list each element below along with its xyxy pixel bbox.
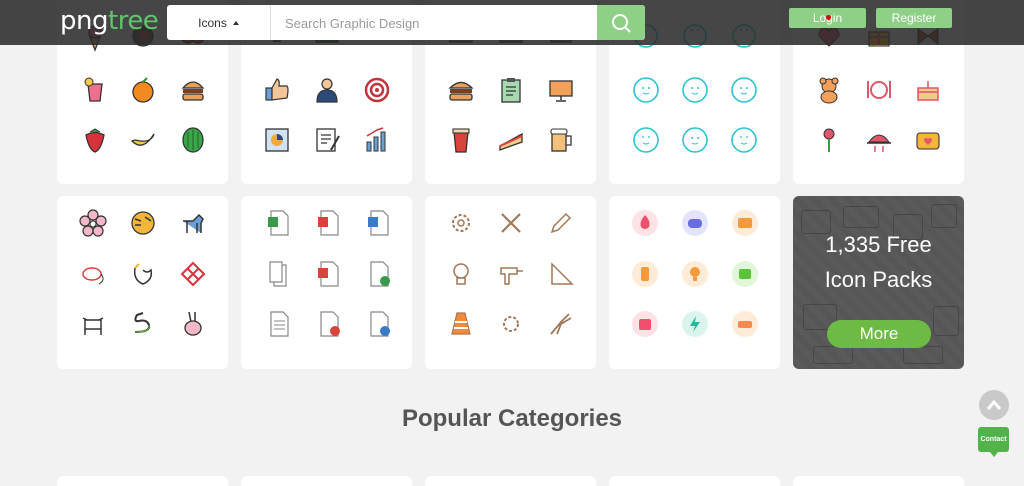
face-icon <box>632 76 660 104</box>
thumbs-up-icon <box>263 76 291 104</box>
dog-icon <box>179 209 207 237</box>
icon-pack-card-tools[interactable] <box>425 196 596 369</box>
promo-count-text: 1,335 Free <box>825 232 932 257</box>
icon-pack-card-ui-round[interactable] <box>609 196 780 369</box>
phone-icon <box>631 260 659 288</box>
set-square-icon <box>547 260 575 288</box>
category-card[interactable] <box>609 476 780 486</box>
promo-subtitle-text: Icon Packs <box>824 267 933 292</box>
flower-icon <box>79 209 107 237</box>
rose-icon <box>815 126 843 154</box>
pliers-icon <box>547 310 575 338</box>
logo-tree-text: tree <box>108 6 159 36</box>
monitor-icon <box>547 76 575 104</box>
caret-up-icon <box>232 20 239 25</box>
excel-file-icon <box>265 209 293 237</box>
face-icon <box>681 126 709 154</box>
teddy-bear-icon <box>815 76 843 104</box>
card-icon <box>731 209 759 237</box>
strawberry-icon <box>81 126 109 154</box>
drill-icon <box>497 260 525 288</box>
fire-icon <box>631 209 659 237</box>
watermelon-icon <box>179 126 207 154</box>
mouse-cursor <box>826 15 831 20</box>
face-icon <box>632 126 660 154</box>
category-card[interactable] <box>241 476 412 486</box>
tiger-icon <box>129 209 157 237</box>
contact-button[interactable]: Contact <box>978 427 1009 457</box>
icon-pack-card-zodiac[interactable] <box>57 196 228 369</box>
download-file-icon <box>365 310 393 338</box>
traffic-cone-icon <box>447 310 475 338</box>
businessman-icon <box>313 76 341 104</box>
banana-icon <box>129 126 157 154</box>
chevron-up-icon <box>986 399 1002 410</box>
delete-file-icon <box>315 310 343 338</box>
section-title: Popular Categories <box>401 405 623 432</box>
report-icon <box>263 126 291 154</box>
word-file-icon <box>365 209 393 237</box>
sandwich-icon <box>497 126 525 154</box>
bulb-icon <box>681 260 709 288</box>
car-icon <box>731 310 759 338</box>
logo-png-text: png <box>60 6 109 36</box>
text-file-icon <box>265 310 293 338</box>
cocktail-icon <box>81 76 109 104</box>
search-icon <box>612 13 631 33</box>
clipboard-icon <box>497 76 525 104</box>
cake-icon <box>914 76 942 104</box>
header-bar: pngtree Icons Login Register <box>0 0 1024 45</box>
snake-icon <box>129 310 157 338</box>
gear-icon <box>447 209 475 237</box>
ox-icon <box>79 310 107 338</box>
search-type-label: Icons <box>198 15 227 30</box>
checked-file-icon <box>365 260 393 288</box>
knot-icon <box>179 260 207 288</box>
free-icon-packs-promo[interactable]: 1,335 Free Icon Packs More <box>793 196 964 369</box>
face-icon <box>681 76 709 104</box>
copy-file-icon <box>265 260 293 288</box>
face-icon <box>730 76 758 104</box>
burger-icon <box>179 76 207 104</box>
more-button[interactable]: More <box>827 320 931 348</box>
search-button[interactable] <box>597 5 645 40</box>
pngtree-logo[interactable]: pngtree <box>60 6 159 36</box>
category-card[interactable] <box>793 476 964 486</box>
search-bar: Icons <box>167 5 645 40</box>
wallet-icon <box>631 310 659 338</box>
bulb-icon <box>447 260 475 288</box>
register-button[interactable]: Register <box>876 8 952 28</box>
rabbit-icon <box>179 310 207 338</box>
contract-icon <box>313 126 341 154</box>
category-card[interactable] <box>425 476 596 486</box>
bolt-icon <box>681 310 709 338</box>
wrench-screwdriver-icon <box>497 209 525 237</box>
search-input[interactable] <box>285 13 585 33</box>
rat-icon <box>79 260 107 288</box>
ppt-file-icon <box>315 260 343 288</box>
gamepad-icon <box>681 209 709 237</box>
cloche-icon <box>865 126 893 154</box>
cog-icon <box>497 310 525 338</box>
icon-pack-card-documents[interactable] <box>241 196 412 369</box>
dinner-plate-icon <box>865 76 893 104</box>
rooster-icon <box>129 260 157 288</box>
beer-mug-icon <box>547 126 575 154</box>
target-icon <box>363 76 391 104</box>
search-type-dropdown[interactable]: Icons <box>167 5 271 40</box>
face-icon <box>730 126 758 154</box>
category-card[interactable] <box>57 476 228 486</box>
pencil-icon <box>547 209 575 237</box>
orange-icon <box>129 76 157 104</box>
growth-chart-icon <box>363 126 391 154</box>
coffee-cup-icon <box>447 126 475 154</box>
back-to-top-button[interactable] <box>979 390 1009 420</box>
tv-icon <box>731 260 759 288</box>
love-camera-icon <box>914 126 942 154</box>
burger-icon <box>447 76 475 104</box>
pdf-file-icon <box>315 209 343 237</box>
